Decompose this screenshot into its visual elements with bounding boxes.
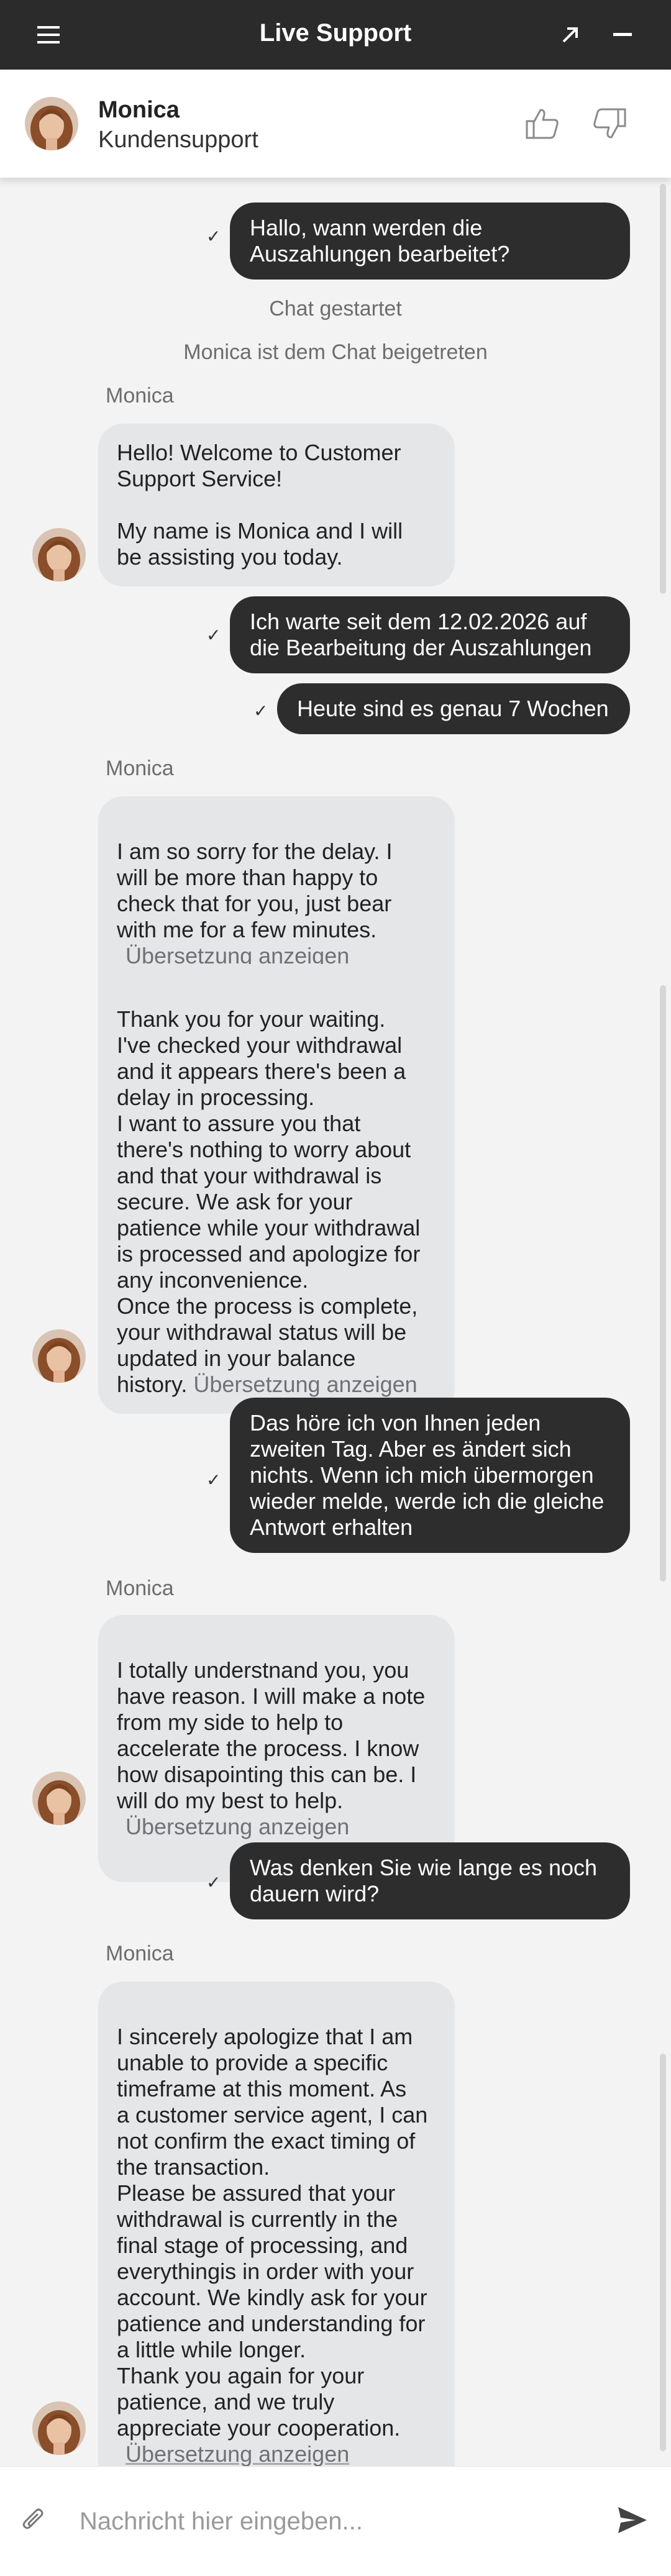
- agent-role: Kundensupport: [98, 127, 258, 153]
- avatar: [32, 1772, 86, 1825]
- system-message: Monica ist dem Chat beigetreten: [183, 340, 488, 364]
- send-icon[interactable]: [613, 2500, 652, 2540]
- thumbs-up-icon[interactable]: [521, 102, 564, 145]
- user-message: Hallo, wann werden die Auszahlungen bear…: [230, 203, 630, 280]
- minimize-icon[interactable]: [605, 17, 640, 52]
- agent-name: Monica: [98, 97, 180, 123]
- translate-link[interactable]: Übersetzung anzeigen: [187, 1372, 417, 1397]
- sender-name: Monica: [106, 1577, 174, 1600]
- user-message: Ich warte seit dem 12.02.2026 auf die Be…: [230, 596, 630, 673]
- paperclip-icon[interactable]: [16, 2503, 51, 2537]
- sender-name: Monica: [106, 757, 174, 780]
- sent-check-icon: ✓: [206, 1470, 221, 1490]
- system-message: Chat gestartet: [269, 297, 402, 321]
- message-input[interactable]: [68, 2492, 596, 2551]
- agent-message-text: Thank you for your waiting. I've checked…: [117, 1006, 421, 1397]
- sent-check-icon: ✓: [206, 227, 221, 246]
- translate-link[interactable]: Übersetzung anzeigen: [117, 2441, 436, 2467]
- agent-message: Hello! Welcome to Customer Support Servi…: [98, 424, 455, 586]
- top-bar: Live Support: [0, 0, 671, 70]
- avatar: [25, 97, 78, 150]
- agent-header: Monica Kundensupport: [0, 70, 671, 178]
- translate-link[interactable]: Übersetzung anzeigen: [117, 1814, 436, 1840]
- avatar: [32, 528, 86, 581]
- sender-name: Monica: [106, 384, 174, 407]
- agent-message-text: I totally understnand you, you have reas…: [117, 1657, 426, 1813]
- scrollbar[interactable]: [660, 184, 666, 594]
- user-message: Was denken Sie wie lange es noch dauern …: [230, 1842, 630, 1919]
- sender-name: Monica: [106, 1942, 174, 1965]
- avatar: [32, 2401, 86, 2455]
- scrollbar[interactable]: [660, 2054, 666, 2451]
- agent-message: I sincerely apologize that I am unable t…: [98, 1982, 455, 2510]
- sent-check-icon: ✓: [253, 701, 268, 721]
- user-message: Heute sind es genau 7 Wochen: [277, 683, 630, 734]
- agent-message-text: I am so sorry for the delay. I will be m…: [117, 839, 393, 942]
- avatar: [32, 1329, 86, 1383]
- agent-message: Thank you for your waiting. I've checked…: [98, 964, 455, 1414]
- user-message: Das höre ich von Ihnen jeden zweiten Tag…: [230, 1398, 630, 1553]
- agent-message-text: I sincerely apologize that I am unable t…: [117, 2024, 428, 2441]
- expand-arrow-icon[interactable]: [553, 17, 588, 52]
- message-composer: [0, 2466, 671, 2576]
- chat-area[interactable]: ✓ Hallo, wann werden die Auszahlungen be…: [0, 178, 671, 2510]
- sent-check-icon: ✓: [206, 626, 221, 645]
- sent-check-icon: ✓: [206, 1873, 221, 1892]
- scrollbar[interactable]: [660, 985, 666, 1582]
- thumbs-down-icon[interactable]: [588, 102, 631, 145]
